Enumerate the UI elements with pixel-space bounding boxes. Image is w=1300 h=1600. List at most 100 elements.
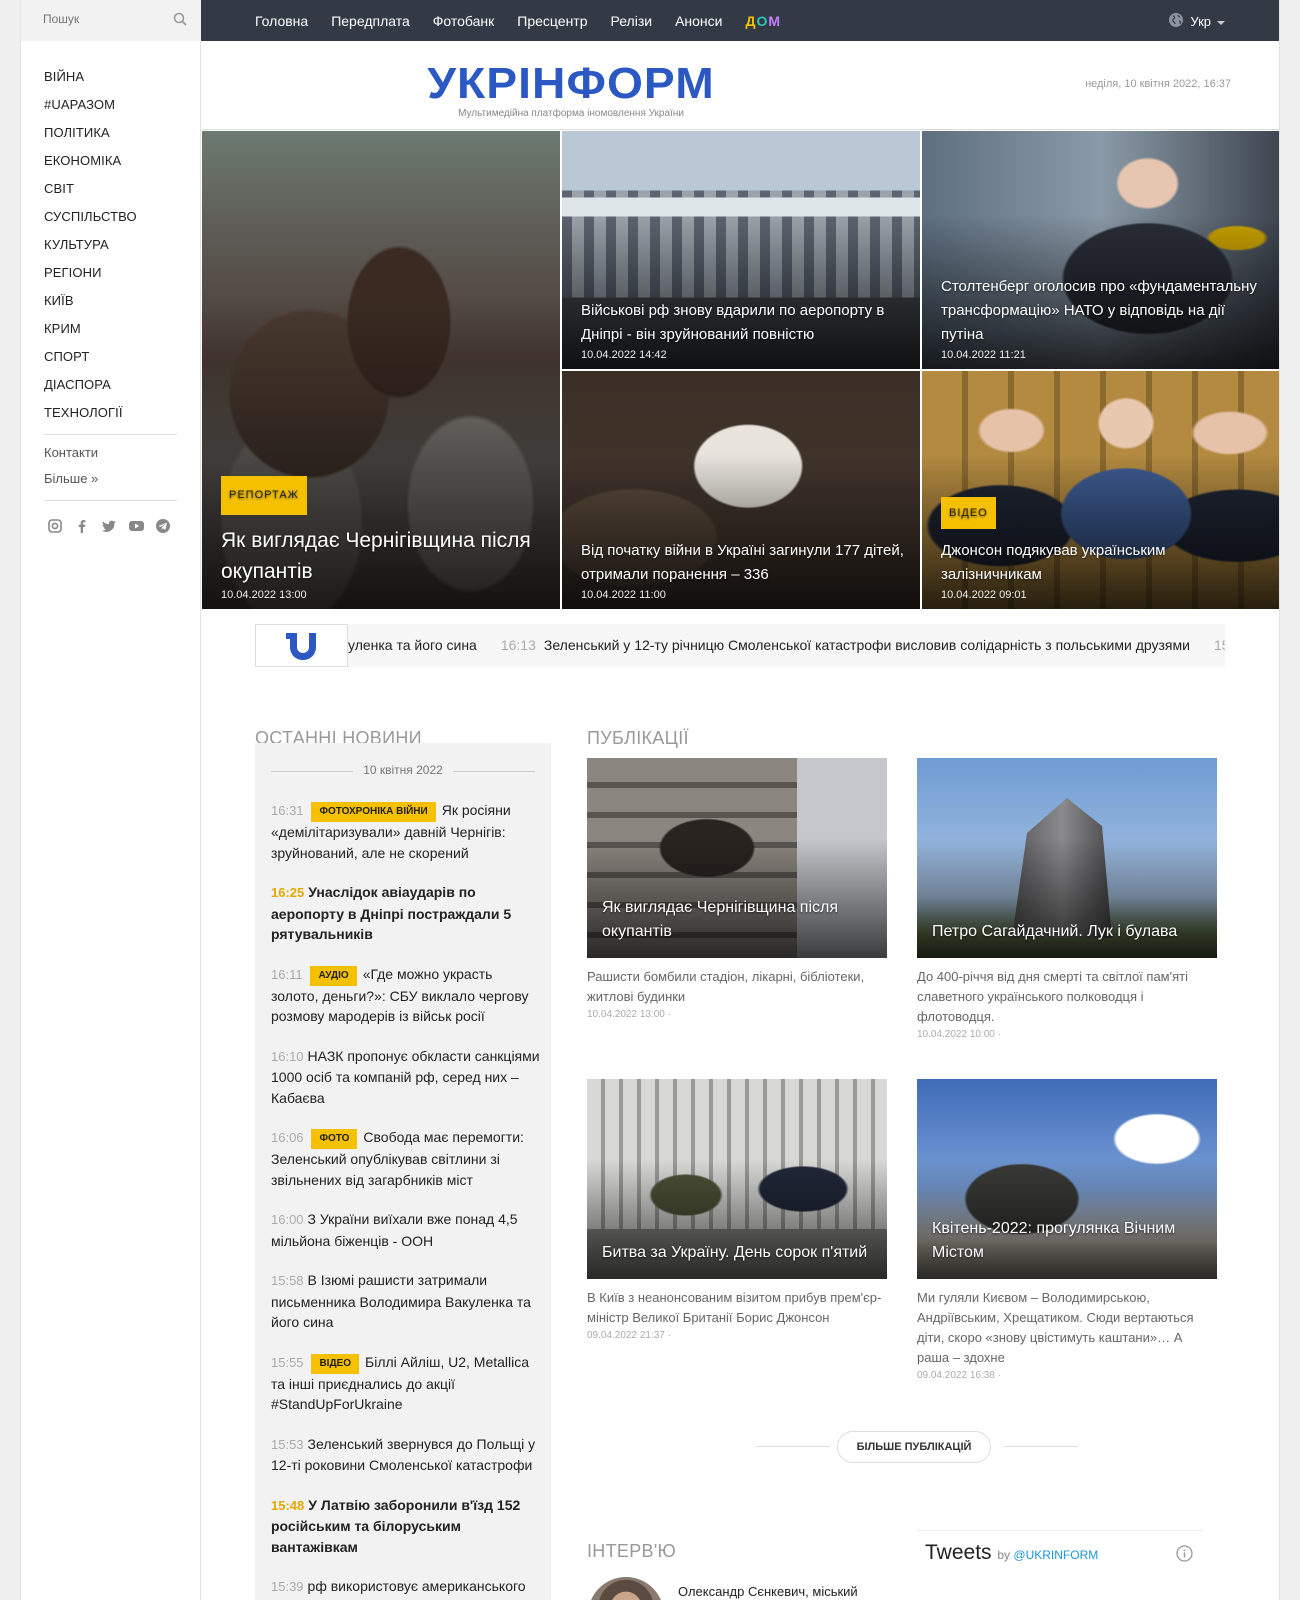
chevron-down-icon bbox=[1217, 14, 1225, 29]
nav-link-subscription[interactable]: Передплата bbox=[331, 13, 410, 29]
publication-card[interactable]: Петро Сагайдачний. Лук і булава До 400-р… bbox=[917, 758, 1217, 1040]
search-input[interactable] bbox=[43, 12, 153, 26]
youtube-icon[interactable] bbox=[128, 518, 145, 535]
publication-title[interactable]: Битва за Україну. День сорок п'ятий bbox=[602, 1241, 875, 1265]
publication-card[interactable]: Битва за Україну. День сорок п'ятий В Ки… bbox=[587, 1079, 887, 1341]
language-selector[interactable]: Укр bbox=[1168, 12, 1225, 31]
news-text[interactable]: В Ізюмі рашисти затримали письменника Во… bbox=[271, 1272, 531, 1330]
news-item[interactable]: 16:31 ФОТОХРОНІКА ВІЙНИ Як росіяни «деміл… bbox=[271, 800, 541, 863]
publication-title[interactable]: Петро Сагайдачний. Лук і булава bbox=[932, 920, 1205, 944]
sidebar-item-war[interactable]: ВІЙНА bbox=[44, 63, 184, 91]
hero-tile-time: 10.04.2022 11:00 bbox=[581, 589, 666, 601]
hero-main-caption: РЕПОРТАЖ Як виглядає Чернігівщина після … bbox=[221, 476, 550, 587]
news-tag: ФОТОХРОНІКА ВІЙНИ bbox=[311, 802, 436, 822]
publication-card[interactable]: Квітень-2022: прогулянка Вічним Містом М… bbox=[917, 1079, 1217, 1381]
hero-tile-title[interactable]: Від початку війни в Україні загинули 177… bbox=[581, 539, 910, 587]
nav-link-home[interactable]: Головна bbox=[255, 13, 308, 29]
sidebar-item-crimea[interactable]: КРИМ bbox=[44, 315, 184, 343]
contacts-link[interactable]: Контакти bbox=[44, 440, 98, 466]
publication-image: Битва за Україну. День сорок п'ятий bbox=[587, 1079, 887, 1279]
info-icon[interactable] bbox=[1176, 1545, 1193, 1562]
sidebar-item-kyiv[interactable]: КИЇВ bbox=[44, 287, 184, 315]
news-text[interactable]: рф використовує американського bbox=[308, 1578, 526, 1594]
hero-tile-title[interactable]: Джонсон подякував українським залізнични… bbox=[941, 542, 1166, 583]
nav-link-releases[interactable]: Релізи bbox=[611, 13, 653, 29]
language-label: Укр bbox=[1190, 14, 1211, 29]
news-text[interactable]: Біллі Айліш, U2, Metallica та інші приєд… bbox=[271, 1354, 529, 1413]
telegram-icon[interactable] bbox=[155, 518, 172, 535]
interview-item[interactable]: Олександр Сєнкевич, міський bbox=[588, 1577, 878, 1600]
publication-card[interactable]: Як виглядає Чернігівщина після окупантів… bbox=[587, 758, 887, 1020]
sidebar-item-society[interactable]: СУСПІЛЬСТВО bbox=[44, 203, 184, 231]
hero-tile[interactable]: Столтенберг оголосив про «фундаментальну… bbox=[921, 130, 1279, 370]
hero-tile[interactable]: ВІДЕО Джонсон подякував українським залі… bbox=[921, 370, 1279, 610]
news-item[interactable]: 15:58 В Ізюмі рашисти затримали письменни… bbox=[271, 1270, 541, 1333]
news-item[interactable]: 15:48 У Латвію заборонили в'їзд 152 росій… bbox=[271, 1495, 541, 1558]
nav-link-presscenter[interactable]: Пресцентр bbox=[517, 13, 587, 29]
news-item[interactable]: 16:11 АУДІО «Где можно украсть золото, де… bbox=[271, 964, 541, 1027]
news-item[interactable]: 16:00 З України виїхали вже понад 4,5 міл… bbox=[271, 1209, 541, 1251]
publications-title[interactable]: ПУБЛІКАЦІЇ bbox=[587, 728, 689, 749]
sidebar-divider bbox=[44, 500, 177, 501]
sidebar-item-uarazom[interactable]: #UAРАЗОМ bbox=[44, 91, 184, 119]
publication-title[interactable]: Як виглядає Чернігівщина після окупантів bbox=[602, 896, 875, 944]
more-link[interactable]: Більше » bbox=[44, 466, 98, 492]
tweets-handle[interactable]: @UKRINFORM bbox=[1013, 1548, 1098, 1562]
nav-link-announcements[interactable]: Анонси bbox=[675, 13, 722, 29]
news-text[interactable]: З України виїхали вже понад 4,5 мільйона… bbox=[271, 1211, 518, 1249]
hero-tile-title[interactable]: Столтенберг оголосив про «фундаментальну… bbox=[941, 275, 1270, 347]
page-frame: ВІЙНА #UAРАЗОМ ПОЛІТИКА ЕКОНОМІКА СВІТ С… bbox=[20, 0, 1280, 1600]
instagram-icon[interactable] bbox=[47, 518, 64, 535]
ticker-item[interactable]: Зеленський у 12-ту річницю Смоленської к… bbox=[544, 637, 1190, 653]
news-time: 16:25 bbox=[271, 885, 305, 900]
news-text[interactable]: Свобода має перемогти: Зеленський опублі… bbox=[271, 1129, 524, 1188]
video-badge: ВІДЕО bbox=[941, 497, 996, 529]
interview-text[interactable]: Олександр Сєнкевич, міський bbox=[678, 1577, 878, 1600]
sidebar-item-diaspora[interactable]: ДІАСПОРА bbox=[44, 371, 184, 399]
publication-title[interactable]: Квітень-2022: прогулянка Вічним Містом bbox=[932, 1217, 1205, 1265]
news-item[interactable]: 15:55 ВІДЕО Біллі Айліш, U2, Metallica та… bbox=[271, 1352, 541, 1415]
interview-title[interactable]: ІНТЕРВ'Ю bbox=[587, 1541, 676, 1562]
latest-news-list: 16:31 ФОТОХРОНІКА ВІЙНИ Як росіяни «деміл… bbox=[271, 800, 541, 1600]
sidebar-item-politics[interactable]: ПОЛІТИКА bbox=[44, 119, 184, 147]
news-item[interactable]: 15:39 рф використовує американського bbox=[271, 1576, 541, 1598]
news-text[interactable]: Зеленський звернувся до Польщі у 12-ті р… bbox=[271, 1436, 535, 1474]
site-logo[interactable]: УКРІНФОРМ Мультимедійна платформа іномов… bbox=[401, 62, 741, 120]
hero-tile[interactable]: Військові рф знову вдарили по аеропорту … bbox=[561, 130, 921, 370]
more-publications-button[interactable]: БІЛЬШЕ ПУБЛІКАЦІЙ bbox=[837, 1431, 991, 1463]
news-time: 15:58 bbox=[271, 1273, 304, 1288]
ticker-time: 16:13 bbox=[500, 637, 536, 653]
dom-logo[interactable]: ДОМ bbox=[745, 13, 781, 29]
news-item[interactable]: 16:06 ФОТО Свобода має перемогти: Зеленсь… bbox=[271, 1127, 541, 1190]
hero-tile-title[interactable]: Військові рф знову вдарили по аеропорту … bbox=[581, 299, 910, 347]
hero-main-title[interactable]: Як виглядає Чернігівщина після окупантів bbox=[221, 529, 531, 583]
latest-news-panel: 10 квітня 2022 16:31 ФОТОХРОНІКА ВІЙНИ Як… bbox=[255, 743, 551, 1600]
social-links bbox=[47, 518, 172, 535]
hero-main-time: 10.04.2022 13:00 bbox=[221, 589, 307, 601]
top-bar: Головна Передплата Фотобанк Пресцентр Ре… bbox=[201, 0, 1279, 41]
news-item[interactable]: 15:53 Зеленський звернувся до Польщі у 12… bbox=[271, 1434, 541, 1476]
news-time: 15:39 bbox=[271, 1579, 304, 1594]
sidebar-item-technology[interactable]: ТЕХНОЛОГІЇ bbox=[44, 399, 184, 427]
search-icon[interactable] bbox=[173, 12, 189, 28]
twitter-icon[interactable] bbox=[101, 518, 118, 535]
nav-link-photobank[interactable]: Фотобанк bbox=[433, 13, 495, 29]
ticker-item[interactable]: уленка та його сина bbox=[348, 637, 477, 653]
sidebar-item-sport[interactable]: СПОРТ bbox=[44, 343, 184, 371]
header-date: неділя, 10 квітня 2022, 16:37 bbox=[1085, 78, 1231, 90]
sidebar-item-culture[interactable]: КУЛЬТУРА bbox=[44, 231, 184, 259]
news-text[interactable]: НАЗК пропонує обкласти санкціями 1000 ос… bbox=[271, 1048, 540, 1106]
hero-tile[interactable]: Від початку війни в Україні загинули 177… bbox=[561, 370, 921, 610]
twitter-widget: Tweets by @UKRINFORM bbox=[917, 1530, 1203, 1600]
publication-image: Як виглядає Чернігівщина після окупантів bbox=[587, 758, 887, 958]
news-text[interactable]: Унаслідок авіаударів по аеропорту в Дніп… bbox=[271, 884, 511, 942]
facebook-icon[interactable] bbox=[74, 518, 91, 535]
news-item[interactable]: 16:25 Унаслідок авіаударів по аеропорту в… bbox=[271, 882, 541, 945]
news-text[interactable]: У Латвію заборонили в'їзд 152 російським… bbox=[271, 1497, 520, 1555]
news-item[interactable]: 16:10 НАЗК пропонує обкласти санкціями 10… bbox=[271, 1046, 541, 1109]
sidebar-item-economy[interactable]: ЕКОНОМІКА bbox=[44, 147, 184, 175]
hero-tile-time: 10.04.2022 11:21 bbox=[941, 349, 1026, 361]
sidebar-item-world[interactable]: СВІТ bbox=[44, 175, 184, 203]
hero-main-story[interactable]: РЕПОРТАЖ Як виглядає Чернігівщина після … bbox=[201, 130, 561, 610]
sidebar-item-regions[interactable]: РЕГІОНИ bbox=[44, 259, 184, 287]
